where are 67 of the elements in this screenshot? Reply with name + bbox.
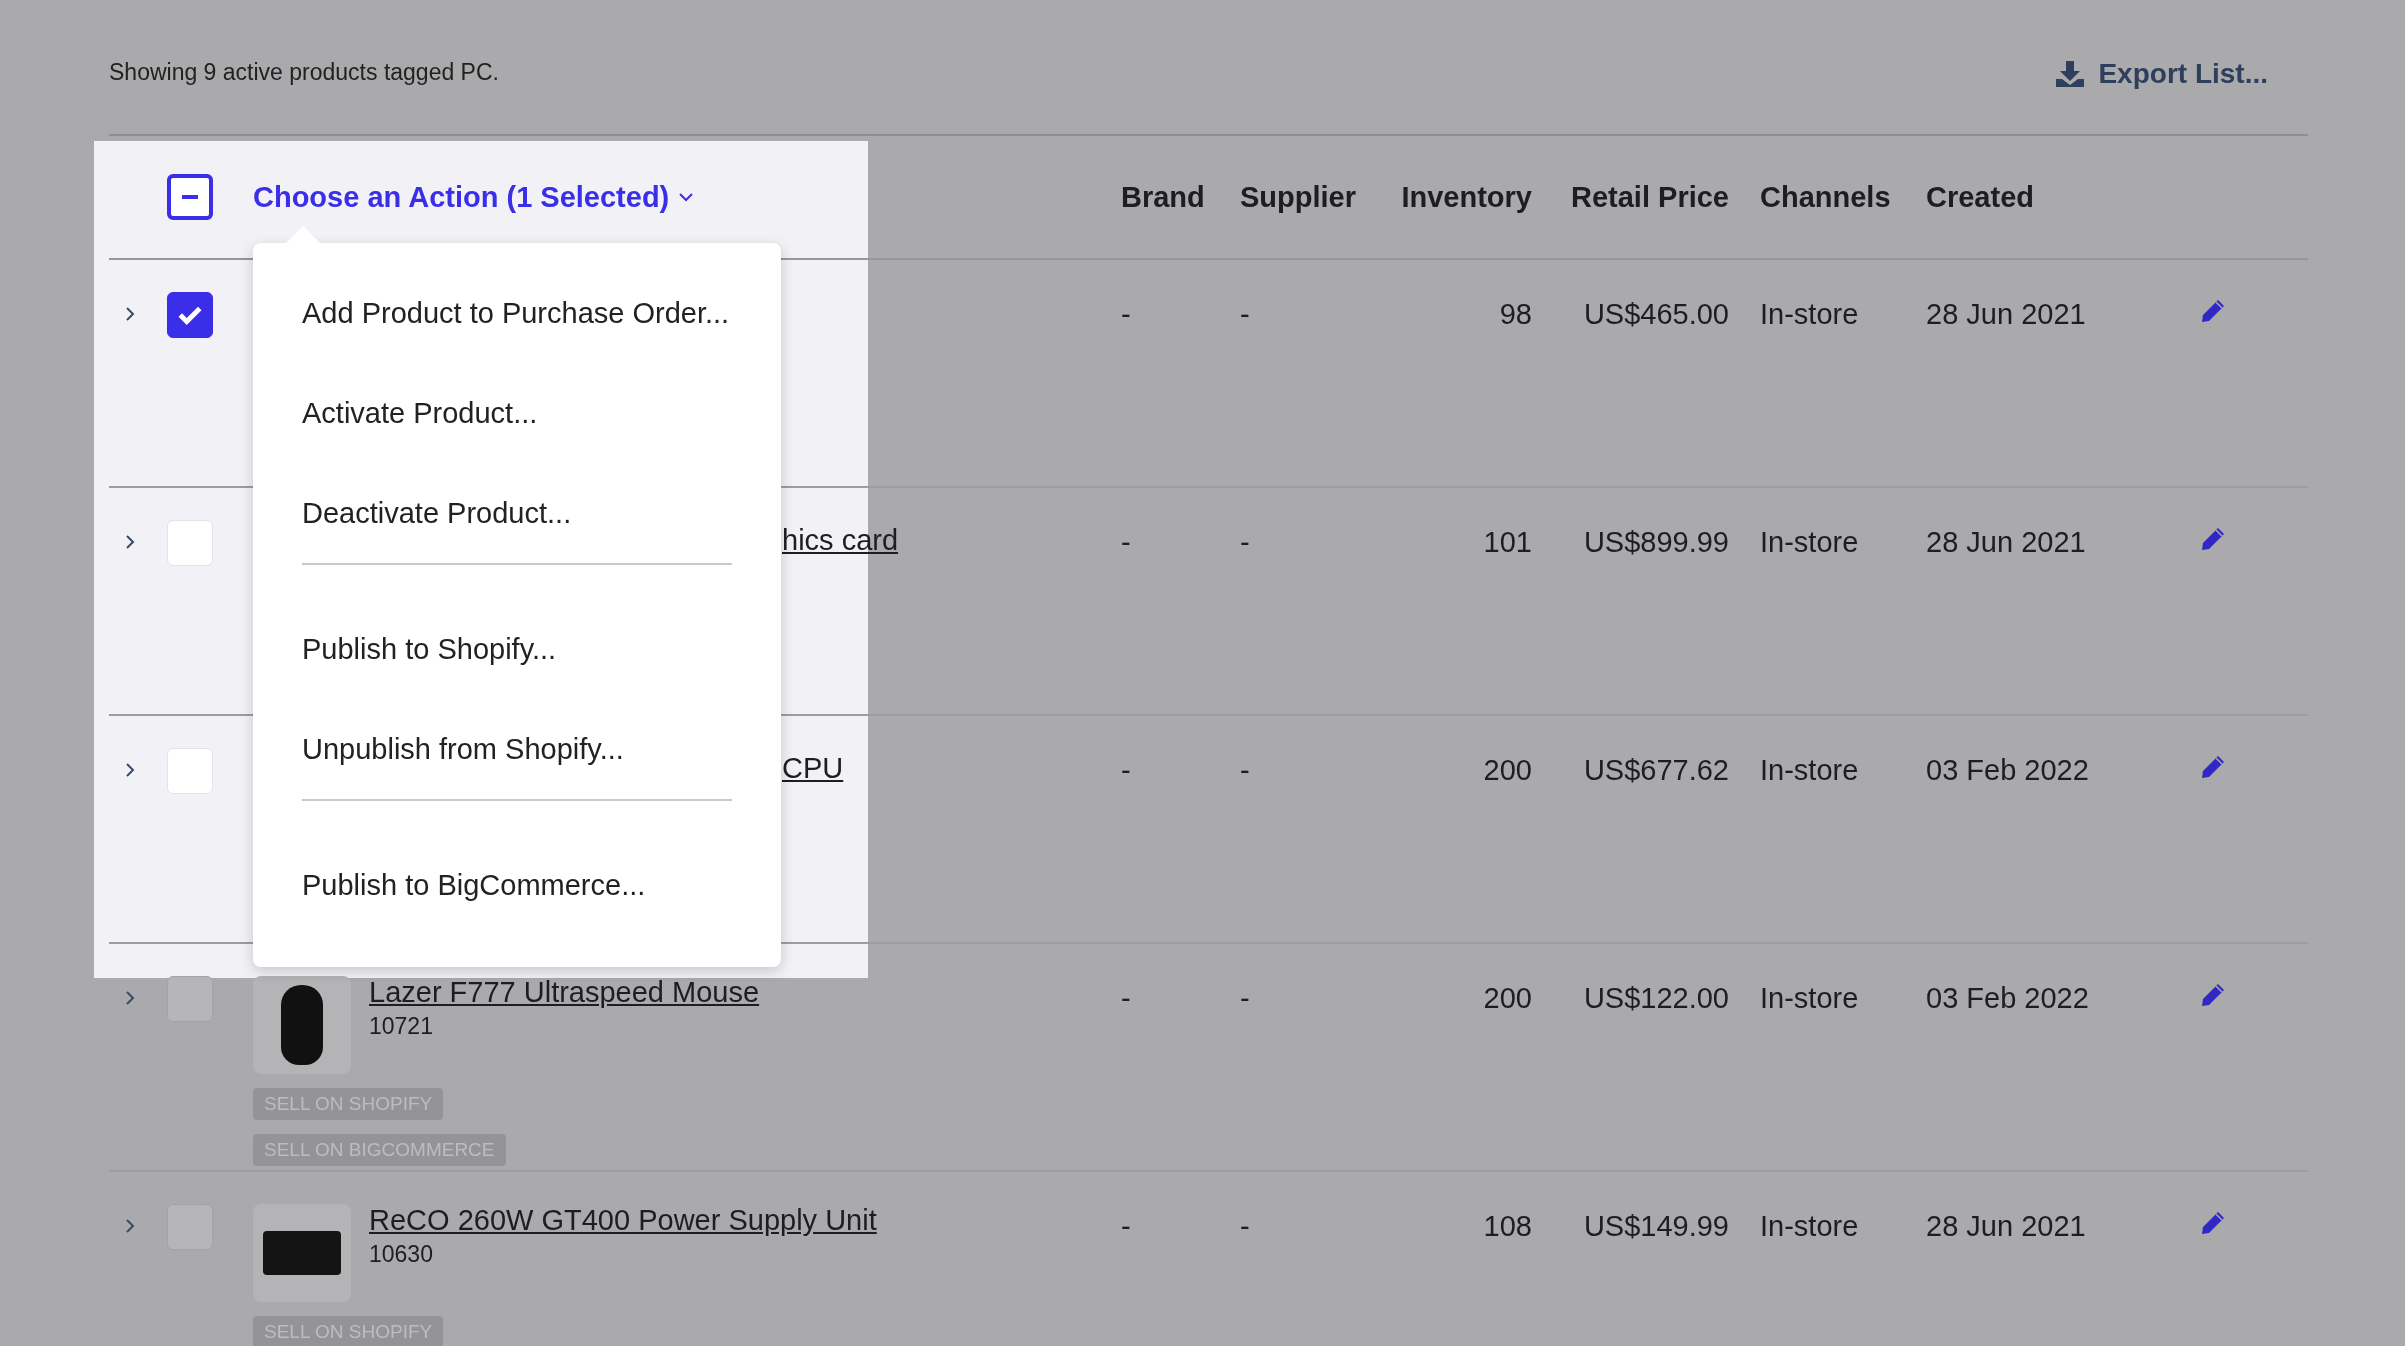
created-cell-text: 03 Feb 2022 xyxy=(1926,753,2090,787)
inventory-cell-text: 200 xyxy=(1482,753,1532,787)
pencil-icon[interactable] xyxy=(2200,526,2226,552)
channels-cell-text: In-store xyxy=(1759,753,1860,787)
created-cell-text: 28 Jun 2021 xyxy=(1926,297,2087,331)
channels-cell-text: In-store xyxy=(1759,525,1860,559)
chevron-right-icon[interactable] xyxy=(125,1218,135,1234)
created-cell-text: 28 Jun 2021 xyxy=(1926,1209,2087,1243)
price-cell-text: US$149.99 xyxy=(1582,1209,1729,1243)
price-cell-text: US$122.00 xyxy=(1582,981,1729,1015)
download-icon xyxy=(2056,61,2085,87)
created-cell-text: 03 Feb 2022 xyxy=(1926,981,2090,1015)
created-cell-text: 28 Jun 2021 xyxy=(1926,525,2087,559)
brand-cell-text: - xyxy=(1121,981,1132,1015)
menu-item[interactable]: Publish to Shopify... xyxy=(302,599,732,699)
supplier-cell-text: - xyxy=(1240,753,1251,787)
supplier-cell-text: - xyxy=(1240,297,1251,331)
row-checkbox[interactable] xyxy=(167,292,213,338)
product-link[interactable]: Lazer F777 Ultraspeed Mouse xyxy=(369,976,760,1009)
pencil-icon[interactable] xyxy=(2200,982,2226,1008)
product-link[interactable]: ReCO 260W GT400 Power Supply Unit xyxy=(369,1204,877,1237)
chevron-right-icon[interactable] xyxy=(125,762,135,778)
menu-item[interactable]: Activate Product... xyxy=(302,363,732,463)
pencil-icon[interactable] xyxy=(2200,298,2226,324)
inventory-cell-text: 108 xyxy=(1482,1209,1532,1243)
brand-cell-text: - xyxy=(1121,1209,1132,1243)
column-header: Created xyxy=(1926,180,2035,214)
menu-item[interactable]: Add Product to Purchase Order... xyxy=(302,263,732,363)
select-all-checkbox[interactable] xyxy=(167,174,213,220)
menu-item[interactable]: Unpublish from Shopify... xyxy=(302,699,732,799)
supplier-cell-text: - xyxy=(1240,1209,1251,1243)
menu-item[interactable]: Publish to BigCommerce... xyxy=(302,835,732,935)
pencil-icon[interactable] xyxy=(2200,754,2226,780)
channels-cell-text: In-store xyxy=(1759,981,1860,1015)
column-header: Channels xyxy=(1759,180,1892,214)
chevron-right-icon[interactable] xyxy=(125,306,135,322)
price-cell-text: US$465.00 xyxy=(1582,297,1729,331)
supplier-cell-text: - xyxy=(1240,981,1251,1015)
inventory-cell-text: 101 xyxy=(1482,525,1532,559)
row-checkbox[interactable] xyxy=(167,976,213,1022)
menu-item[interactable]: Deactivate Product... xyxy=(302,463,732,563)
price-cell-text: US$899.99 xyxy=(1582,525,1729,559)
column-header: Inventory xyxy=(1400,180,1532,214)
channels-cell-text: In-store xyxy=(1759,1209,1860,1243)
product-link[interactable]: CPU xyxy=(782,752,844,785)
channels-cell-text: In-store xyxy=(1759,297,1860,331)
chevron-right-icon[interactable] xyxy=(125,990,135,1006)
inventory-cell-text: 98 xyxy=(1498,297,1532,331)
brand-cell-text: - xyxy=(1121,297,1132,331)
column-header: Retail Price xyxy=(1570,180,1729,214)
product-link[interactable]: hics card xyxy=(782,524,899,557)
column-header: Supplier xyxy=(1240,180,1357,214)
chevron-right-icon[interactable] xyxy=(125,534,135,550)
action-dropdown[interactable]: Choose an Action (1 Selected) xyxy=(253,180,694,214)
inventory-cell-text: 200 xyxy=(1482,981,1532,1015)
checkmark-icon xyxy=(177,305,203,325)
price-cell-text: US$677.62 xyxy=(1582,753,1729,787)
pencil-icon[interactable] xyxy=(2200,1210,2226,1236)
export-button[interactable]: Export List... xyxy=(2056,58,2268,90)
product-sku: 10630 xyxy=(369,1241,434,1268)
brand-cell-text: - xyxy=(1121,753,1132,787)
chevron-down-icon xyxy=(679,192,694,202)
column-header: Brand xyxy=(1121,180,1206,214)
brand-cell-text: - xyxy=(1121,525,1132,559)
supplier-cell-text: - xyxy=(1240,525,1251,559)
summary-text: Showing 9 active products tagged PC. xyxy=(109,58,499,86)
product-sku: 10721 xyxy=(369,1013,434,1040)
